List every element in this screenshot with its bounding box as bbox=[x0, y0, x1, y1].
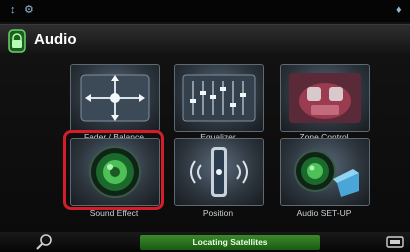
screen-toggle-icon bbox=[386, 236, 404, 248]
tile-label-audio-setup: Audio SET-UP bbox=[296, 208, 352, 218]
selection-highlight bbox=[63, 130, 164, 210]
gps-status-text: Locating Satellites bbox=[192, 237, 268, 247]
page-title: Audio bbox=[34, 31, 77, 48]
position-button[interactable] bbox=[174, 138, 264, 206]
fader-balance-icon bbox=[80, 74, 150, 122]
position-icon bbox=[190, 147, 248, 197]
equalizer-button[interactable] bbox=[174, 64, 264, 132]
home-button[interactable] bbox=[6, 29, 28, 53]
search-icon bbox=[36, 234, 52, 250]
arrows-icon: ↕ bbox=[10, 4, 16, 16]
equalizer-icon bbox=[182, 74, 256, 122]
tile-label-position: Position bbox=[202, 208, 234, 218]
audio-setup-button[interactable] bbox=[280, 138, 370, 206]
gps-status: Locating Satellites bbox=[140, 235, 320, 250]
screen-toggle-button[interactable] bbox=[385, 234, 405, 250]
header: Audio bbox=[0, 24, 410, 57]
search-button[interactable] bbox=[34, 233, 56, 251]
settings-icon: ⚙ bbox=[24, 4, 34, 16]
audio-setup-icon bbox=[294, 150, 359, 197]
zone-control-button[interactable] bbox=[280, 64, 370, 132]
signal-icon: ♦ bbox=[396, 4, 402, 16]
status-bar: ↕ ⚙ ♦ bbox=[0, 0, 410, 22]
bottom-bar: Locating Satellites bbox=[0, 232, 410, 252]
audio-screen: ↕ ⚙ ♦ Audio Fader / Balance Equalizer Zo… bbox=[0, 0, 410, 252]
home-icon bbox=[8, 29, 26, 53]
zone-control-icon bbox=[289, 73, 361, 123]
fader-balance-button[interactable] bbox=[70, 64, 160, 132]
